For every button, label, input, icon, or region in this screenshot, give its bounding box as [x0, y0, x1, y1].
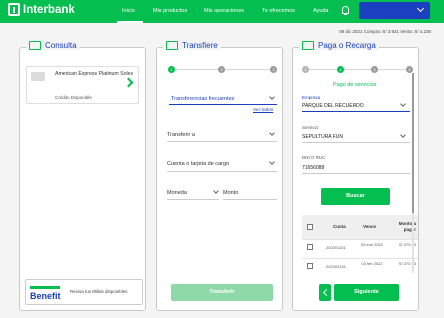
brand-logo[interactable]: Interbank [8, 3, 75, 16]
currency-underline [167, 199, 219, 200]
nav-item-mis-operaciones[interactable]: Mis operaciones [204, 8, 244, 14]
chevron-down-icon [400, 101, 406, 107]
empresa-underline [302, 111, 410, 112]
benefit-logo: Benefit [30, 291, 61, 301]
chevron-down-icon [400, 132, 406, 138]
chevron-down-icon [416, 4, 425, 13]
step-2: 2 [337, 66, 344, 73]
row-checkbox[interactable] [307, 244, 313, 250]
scrollbar-thumb[interactable] [412, 73, 414, 213]
see-all-link[interactable]: Ver todos [253, 108, 273, 113]
empresa-select[interactable]: PARQUE DEL RECUERDO [302, 103, 364, 109]
transfer-icon [166, 41, 178, 50]
credit-card-item[interactable]: American Express Platinum Soles Crédito … [26, 66, 139, 104]
frequent-underline [169, 104, 277, 105]
chevron-down-icon [269, 94, 275, 100]
transfiere-title: Transfiere [163, 41, 221, 50]
transfer-to-select[interactable]: Transferir a [167, 132, 195, 138]
servicio-underline [302, 142, 410, 143]
card-icon [29, 41, 41, 50]
nav-item-ayuda[interactable]: Ayuda [313, 8, 329, 14]
row-divider [302, 239, 418, 240]
benefit-banner[interactable]: Benefit Revisa tus Millas disponibles [25, 279, 143, 305]
servicio-select[interactable]: SEPULTURA FUN [302, 134, 343, 140]
select-all-checkbox[interactable] [307, 224, 313, 230]
exchange-rates: 08 dic 2021 Compra: S/ 3.921 Venta: S/ 4… [339, 29, 431, 34]
amount-underline [223, 199, 277, 200]
header-vence: Vence [363, 224, 377, 229]
empresa-label: Empresa [302, 95, 321, 100]
transfer-to-underline [167, 141, 277, 142]
payments-table: Cuota Vence Monto a pagar 202201101 03 e… [302, 215, 418, 272]
servicio-label: Servicio [302, 125, 319, 130]
nav-item-inicio[interactable]: Inicio [122, 8, 135, 14]
service-payment-subtitle: Pago de servicios [333, 82, 377, 88]
row-cuota: 202201101 [326, 245, 346, 250]
frequent-transfers-select[interactable]: Transferencias frecuentes [171, 96, 234, 102]
nav-item-mis-productos[interactable]: Mis productos [153, 8, 187, 14]
interbank-logo-icon [8, 3, 20, 16]
dni-input[interactable]: 71656088 [302, 165, 324, 171]
brand-name: Interbank [23, 3, 75, 16]
notification-bell-icon[interactable] [342, 6, 349, 15]
step-3: 3 [270, 66, 277, 73]
transfer-button[interactable]: Transferir [171, 284, 273, 301]
row-vence: 03 ene 2022 [360, 242, 384, 247]
chevron-down-icon [269, 130, 275, 136]
benefit-logo-bar [30, 286, 60, 289]
user-menu-button[interactable] [359, 2, 430, 19]
account-select[interactable]: Cuenta o tarjeta de cargo [167, 161, 229, 167]
consulta-panel: Consulta American Express Platinum Soles… [19, 41, 146, 311]
previous-button[interactable] [319, 284, 331, 301]
nav-item-te-ofrecemos[interactable]: Te ofrecemos [262, 8, 295, 14]
transfiere-panel: Transfiere 1 2 3 Transferencias frecuent… [156, 41, 283, 311]
chevron-down-icon [269, 159, 275, 165]
row-divider [302, 258, 418, 259]
step-4: 4 [406, 66, 413, 73]
pago-panel: Paga o Recarga 1 2 3 4 Pago de servicios… [292, 41, 419, 311]
pago-title: Paga o Recarga [299, 41, 379, 50]
step-1: 1 [302, 66, 309, 73]
benefit-text: Revisa tus Millas disponibles [70, 289, 128, 294]
step-3: 3 [371, 66, 378, 73]
steps-line [305, 69, 411, 70]
chevron-down-icon [213, 188, 219, 194]
amount-input[interactable]: Monto [223, 190, 238, 196]
row-vence: 03 feb 2022 [361, 261, 383, 266]
payment-icon [302, 41, 314, 50]
chevron-right-icon[interactable] [123, 77, 134, 88]
card-name: American Express Platinum Soles [55, 71, 134, 77]
header-cuota: Cuota [333, 224, 346, 229]
step-2: 2 [218, 66, 225, 73]
consulta-title: Consulta [26, 41, 80, 50]
next-button[interactable]: Siguiente [334, 284, 399, 301]
top-navbar: Interbank Inicio Mis productos Mis opera… [0, 0, 444, 23]
account-underline [167, 171, 277, 172]
dni-label: DNI O RUC [302, 155, 326, 160]
currency-select[interactable]: Moneda [167, 190, 187, 196]
search-button[interactable]: Buscar [321, 188, 390, 205]
row-checkbox[interactable] [307, 263, 313, 269]
dni-underline [302, 173, 410, 174]
row-cuota: 202202101 [326, 264, 347, 269]
card-image-icon [31, 72, 45, 81]
step-1: 1 [168, 66, 175, 73]
card-status: Crédito Disponible [55, 95, 92, 100]
